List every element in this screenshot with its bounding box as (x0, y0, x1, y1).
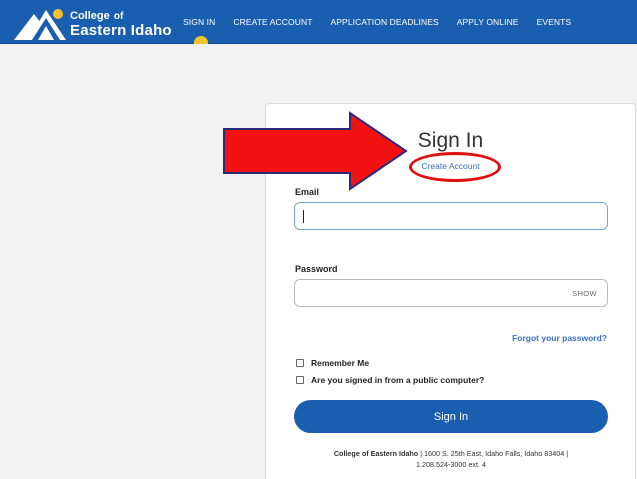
top-nav-bar: College of Eastern Idaho SIGN IN CREATE … (0, 0, 637, 44)
footer-address-text: | 1600 S. 25th East, Idaho Falls, Idaho … (418, 449, 569, 458)
nav-sign-in[interactable]: SIGN IN (183, 17, 215, 27)
password-label: Password (295, 264, 338, 274)
forgot-password-link[interactable]: Forgot your password? (512, 333, 607, 343)
remember-me-checkbox[interactable] (296, 359, 304, 367)
nav-apply-online[interactable]: APPLY ONLINE (457, 17, 519, 27)
password-field[interactable]: SHOW (294, 279, 608, 307)
annotation-arrow-icon (223, 111, 408, 191)
annotation-highlight-ellipse (409, 152, 501, 182)
main-nav: SIGN IN CREATE ACCOUNT APPLICATION DEADL… (183, 0, 589, 44)
remember-me-row[interactable]: Remember Me (296, 358, 369, 368)
mountain-logo-icon (14, 9, 66, 40)
public-computer-checkbox[interactable] (296, 376, 304, 384)
nav-application-deadlines[interactable]: APPLICATION DEADLINES (331, 17, 439, 27)
text-cursor (303, 210, 304, 223)
footer-phone: 1.208.524-3000 ext. 4 (416, 460, 486, 469)
email-field[interactable] (294, 202, 608, 230)
footer-org: College of Eastern Idaho (333, 449, 419, 458)
public-computer-label: Are you signed in from a public computer… (311, 375, 485, 385)
nav-events[interactable]: EVENTS (537, 17, 572, 27)
footer-address: College of Eastern Idaho | 1600 S. 25th … (296, 448, 606, 470)
logo-text-line2: Eastern Idaho (70, 22, 172, 39)
public-computer-row[interactable]: Are you signed in from a public computer… (296, 375, 484, 385)
active-nav-indicator (194, 36, 208, 44)
nav-create-account[interactable]: CREATE ACCOUNT (233, 17, 312, 27)
sign-in-button[interactable]: Sign In (294, 400, 608, 433)
college-logo[interactable]: College of Eastern Idaho (14, 4, 174, 42)
show-password-button[interactable]: SHOW (572, 289, 597, 298)
remember-me-label: Remember Me (311, 358, 370, 368)
